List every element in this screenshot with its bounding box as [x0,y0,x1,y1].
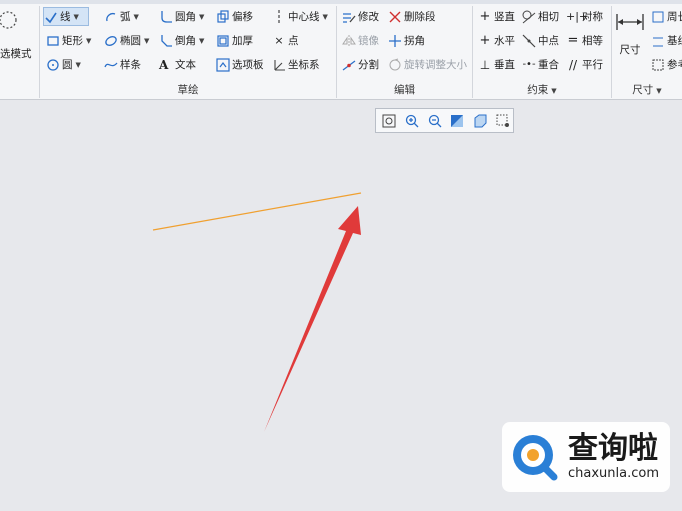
ellipse-icon [105,35,117,46]
point-button[interactable]: × 点 [272,31,298,50]
thicken-icon [217,34,229,47]
chamfer-icon [161,34,172,47]
select-mode-icon [0,11,17,29]
parallel-icon: // [568,57,578,72]
chevron-down-icon: ▼ [551,87,557,95]
tangent-constraint-button[interactable]: 相切 [522,7,559,26]
arc-button[interactable]: 弧 ▼ [104,7,139,26]
text-button[interactable]: A 文本 [159,55,196,74]
midpoint-icon [522,34,536,47]
perpendicular-constraint-button[interactable]: ⊥ 垂直 [478,55,515,74]
corner-button[interactable]: 拐角 [388,31,425,50]
line-icon [45,12,57,23]
offset-button[interactable]: 偏移 [216,7,253,26]
line-button[interactable]: 线 ▼ [43,7,89,26]
spline-icon [104,62,118,67]
chevron-down-icon: ▼ [656,87,662,95]
horizontal-constraint-button[interactable]: + 水平 [478,31,515,50]
dimension-group-label[interactable]: 尺寸 ▼ [612,82,682,98]
ribbon-top-border [0,0,682,4]
reference-button[interactable]: 参考 [651,55,682,74]
constrain-group-label[interactable]: 约束 ▼ [473,82,611,98]
fillet-button[interactable]: 圆角 ▼ [159,7,204,26]
chevron-down-icon[interactable]: ▼ [76,61,81,69]
select-mode-label: 选模式 [0,48,32,60]
divide-icon [342,59,356,71]
watermark-text-block: 查询啦 chaxunla.com [568,432,659,482]
baseline-button[interactable]: 基线 [651,31,682,50]
symmetric-icon: +|+ [566,9,589,23]
watermark-domain: chaxunla.com [568,466,659,481]
parallel-constraint-button[interactable]: // 平行 [566,55,603,74]
rectangle-button[interactable]: 矩形 ▼ [46,31,91,50]
circle-button[interactable]: 圆 ▼ [46,55,81,74]
coordinate-system-icon [274,59,285,71]
symmetric-constraint-button[interactable]: +|+ 对称 [566,7,603,26]
mirror-button[interactable]: 镜像 [342,31,379,50]
coincident-constraint-button[interactable]: -•- 重合 [522,55,559,74]
dimension-button[interactable]: 尺寸 [614,12,646,57]
coordinate-system-button[interactable]: 坐标系 [272,55,320,74]
tangent-icon [522,10,536,23]
modify-icon [343,12,356,23]
watermark-brand: 查询啦 [568,431,658,466]
chevron-down-icon[interactable]: ▼ [323,13,328,21]
fillet-icon [161,10,172,23]
perpendicular-icon: ⊥ [479,57,491,72]
magnifier-logo-icon [513,435,558,481]
centerline-button[interactable]: 中心线 ▼ [272,7,328,26]
coincident-icon: -•- [522,58,536,70]
centerline-icon [278,9,280,24]
equal-icon: = [567,32,579,48]
sketch-line[interactable] [152,192,362,231]
modify-button[interactable]: 修改 [342,7,379,26]
equal-constraint-button[interactable]: = 相等 [566,31,603,50]
arc-icon [106,12,116,21]
perimeter-icon [652,11,664,22]
text-icon: A [159,57,169,72]
line-dropdown-arrow[interactable]: ▼ [74,13,79,21]
thicken-button[interactable]: 加厚 [216,31,253,50]
annotation-arrow [264,206,361,432]
dimension-icon [616,14,644,30]
edit-group-label: 编辑 [394,84,415,96]
chevron-down-icon[interactable]: ▼ [86,37,91,45]
delete-segment-button[interactable]: 删除段 [388,7,436,26]
chevron-down-icon[interactable]: ▼ [199,13,204,21]
horizontal-icon: + [479,32,491,48]
rotate-resize-button[interactable]: 旋转调整大小 [388,55,467,74]
midpoint-constraint-button[interactable]: 中点 [522,31,559,50]
reference-icon [652,59,664,70]
perimeter-button[interactable]: 周长 [651,7,682,26]
rotate-resize-icon [389,58,401,70]
watermark-logo: 查询啦 chaxunla.com [502,422,670,492]
palette-icon [216,57,230,72]
corner-icon [389,34,401,47]
mirror-icon [342,34,356,47]
offset-icon [217,9,229,23]
circle-icon [47,58,59,71]
vertical-icon: + [479,8,491,24]
ellipse-button[interactable]: 椭圆 ▼ [104,31,149,50]
chevron-down-icon[interactable]: ▼ [134,13,139,21]
divide-button[interactable]: 分割 [342,55,379,74]
chamfer-button[interactable]: 倒角 ▼ [159,31,204,50]
rectangle-icon [47,35,59,46]
ribbon-toolbar: 选模式 线 ▼ 矩形 ▼ 圆 ▼ 弧 ▼ 椭圆 ▼ 样条 圆角 ▼ 倒角 ▼ A… [0,0,682,100]
chevron-down-icon[interactable]: ▼ [199,37,204,45]
vertical-constraint-button[interactable]: + 竖直 [478,7,515,26]
baseline-icon [653,37,663,46]
delete-segment-icon [389,11,401,22]
chevron-down-icon[interactable]: ▼ [144,37,149,45]
point-icon: × [274,33,284,47]
sketch-group-label: 草绘 [177,84,199,96]
spline-button[interactable]: 样条 [104,55,141,74]
select-mode-button[interactable] [0,8,34,34]
palette-button[interactable]: 选项板 [216,55,264,74]
